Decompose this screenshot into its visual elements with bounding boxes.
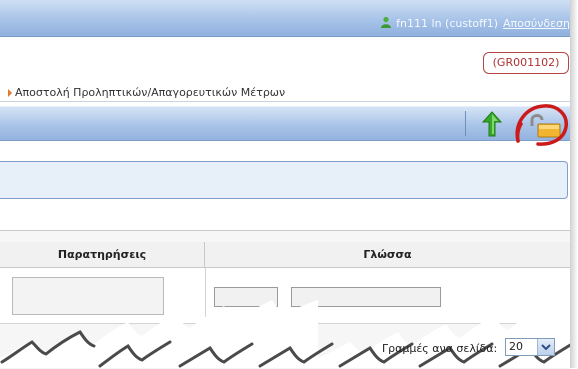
column-header-remarks[interactable]: Παρατηρήσεις — [0, 242, 205, 268]
torn-edge — [0, 300, 578, 368]
info-panel — [0, 161, 568, 199]
user-icon — [381, 16, 392, 28]
breadcrumb-arrow-icon — [8, 89, 12, 97]
breadcrumb: Αποστολή Προληπτικών/Απαγορευτικών Μέτρω… — [8, 86, 285, 99]
breadcrumb-divider — [0, 101, 570, 102]
user-label: fn111 ln (custoff1) — [396, 17, 498, 30]
toolbar-separator — [465, 111, 466, 136]
code-badge: (GR001102) — [483, 52, 569, 74]
green-up-arrow-icon[interactable] — [481, 110, 503, 138]
dropdown-button[interactable] — [537, 339, 554, 355]
column-header-language[interactable]: Γλώσσα — [205, 242, 570, 268]
page-shadow — [570, 0, 578, 368]
rows-per-page-select[interactable]: 20 — [505, 338, 555, 356]
user-info: fn111 ln (custoff1) — [381, 16, 498, 30]
rows-per-page-label: Γραμμές ανα σελίδα: — [382, 342, 498, 355]
highlight-circle — [515, 104, 568, 146]
rows-per-page-value: 20 — [509, 340, 523, 353]
breadcrumb-current: Αποστολή Προληπτικών/Απαγορευτικών Μέτρω… — [15, 86, 286, 99]
chevron-down-icon — [541, 344, 551, 351]
toolbar — [0, 106, 570, 141]
logout-link[interactable]: Αποσύνδεση — [503, 17, 570, 30]
top-header-bar: fn111 ln (custoff1) Αποσύνδεση — [0, 0, 578, 37]
